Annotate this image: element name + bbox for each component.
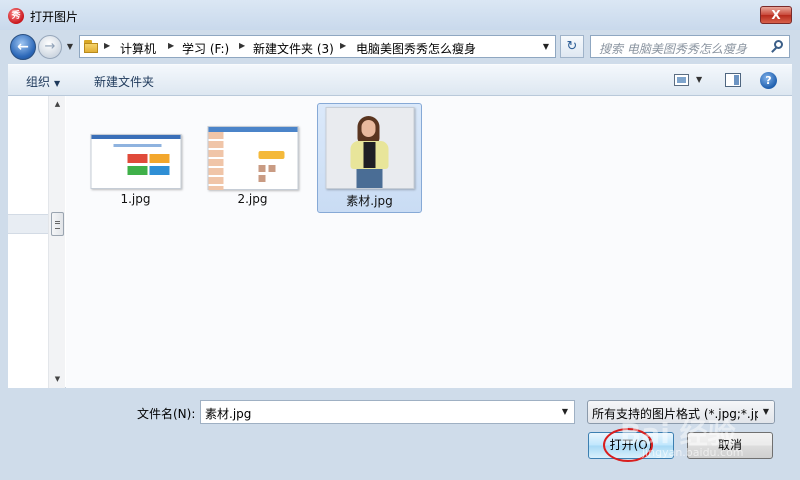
- breadcrumb-drive[interactable]: 学习 (F:): [182, 40, 229, 57]
- breadcrumb-separator-icon[interactable]: ▶: [340, 41, 346, 50]
- scroll-down-icon[interactable]: ▼: [49, 371, 66, 388]
- command-bar: 组织 ▼ 新建文件夹 ▼ ?: [8, 64, 792, 96]
- breadcrumb-computer[interactable]: 计算机: [120, 40, 156, 57]
- refresh-button[interactable]: ↻: [560, 35, 584, 58]
- breadcrumb-separator-icon[interactable]: ▶: [104, 41, 110, 50]
- search-input[interactable]: 搜索 电脑美图秀秀怎么瘦身: [590, 35, 790, 58]
- file-type-dropdown-icon[interactable]: ▼: [758, 401, 774, 423]
- file-name: 1.jpg: [120, 192, 151, 206]
- search-icon[interactable]: [769, 39, 785, 55]
- filename-dropdown-icon[interactable]: ▼: [558, 404, 572, 420]
- help-icon[interactable]: ?: [760, 72, 777, 89]
- chevron-down-icon: ▼: [54, 79, 61, 88]
- file-list[interactable]: 1.jpg 2.jpg 素材.jpg: [66, 96, 792, 388]
- preview-pane-icon[interactable]: [725, 73, 741, 87]
- file-name: 2.jpg: [237, 192, 268, 206]
- image-thumbnail: [90, 134, 181, 189]
- filename-value: 素材.jpg: [205, 407, 252, 421]
- dialog-body: ▲ ▼ 1.jpg 2.jpg 素材.jpg: [8, 96, 792, 388]
- organize-button[interactable]: 组织 ▼: [26, 73, 60, 90]
- scroll-up-icon[interactable]: ▲: [49, 96, 66, 113]
- file-item-selected[interactable]: 素材.jpg: [317, 103, 422, 213]
- file-type-value: 所有支持的图片格式 (*.jpg;*.jp: [592, 407, 762, 421]
- close-button[interactable]: X: [760, 6, 792, 24]
- filename-label: 文件名(N):: [137, 407, 196, 421]
- file-name: 素材.jpg: [346, 194, 393, 208]
- view-dropdown-icon[interactable]: ▼: [696, 75, 702, 84]
- navigation-pane-selected-item[interactable]: [8, 214, 48, 234]
- image-thumbnail: [325, 107, 414, 189]
- organize-label: 组织: [26, 75, 51, 89]
- forward-button[interactable]: →: [38, 35, 62, 59]
- back-button[interactable]: ←: [10, 34, 36, 60]
- open-button[interactable]: 打开(O): [588, 432, 674, 459]
- file-type-select[interactable]: 所有支持的图片格式 (*.jpg;*.jp ▼: [587, 400, 775, 424]
- navigation-scrollbar[interactable]: ▲ ▼: [48, 96, 65, 388]
- cancel-button[interactable]: 取消: [687, 432, 773, 459]
- breadcrumb-folder[interactable]: 新建文件夹 (3): [253, 40, 334, 57]
- view-mode-icon[interactable]: [674, 74, 689, 86]
- address-bar[interactable]: ▶ 计算机 ▶ 学习 (F:) ▶ 新建文件夹 (3) ▶ 电脑美图秀秀怎么瘦身…: [79, 35, 556, 58]
- breadcrumb-separator-icon[interactable]: ▶: [239, 41, 245, 50]
- folder-icon: [84, 40, 98, 53]
- address-dropdown-icon[interactable]: ▼: [539, 39, 553, 54]
- app-icon: 秀: [8, 8, 24, 24]
- scroll-thumb[interactable]: [51, 212, 64, 236]
- window-title: 打开图片: [30, 10, 79, 24]
- file-item[interactable]: 2.jpg: [200, 103, 305, 213]
- title-bar: 秀 打开图片 X: [0, 0, 800, 30]
- new-folder-button[interactable]: 新建文件夹: [94, 73, 154, 90]
- image-thumbnail: [207, 126, 298, 190]
- history-dropdown-icon[interactable]: ▼: [64, 42, 76, 52]
- navigation-bar: ← → ▼ ▶ 计算机 ▶ 学习 (F:) ▶ 新建文件夹 (3) ▶ 电脑美图…: [0, 30, 800, 62]
- file-item[interactable]: 1.jpg: [83, 103, 188, 213]
- search-placeholder: 搜索 电脑美图秀秀怎么瘦身: [599, 42, 747, 56]
- filename-input[interactable]: 素材.jpg ▼: [200, 400, 575, 424]
- breadcrumb-separator-icon[interactable]: ▶: [168, 41, 174, 50]
- breadcrumb-current-folder[interactable]: 电脑美图秀秀怎么瘦身: [356, 40, 476, 57]
